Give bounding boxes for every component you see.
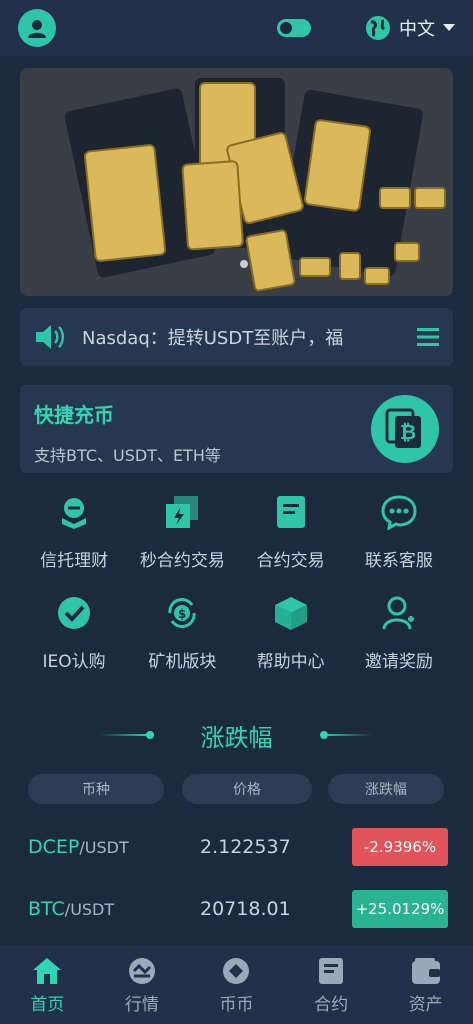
carousel-indicator[interactable]	[240, 260, 248, 268]
carousel-dot[interactable]	[240, 260, 248, 268]
nav-item-assets[interactable]: 资产	[391, 956, 461, 1015]
market-row[interactable]: BTC/USDT 20718.01 +25.0129%	[28, 889, 448, 929]
column-header-change[interactable]: 涨跌幅	[328, 774, 444, 804]
globe-icon	[366, 16, 390, 40]
bitcoin-wallet-icon[interactable]: ₿	[371, 395, 439, 463]
second-contract-icon	[162, 492, 202, 532]
invite-icon	[379, 593, 419, 633]
change-badge[interactable]: +25.0129%	[352, 890, 448, 928]
avatar[interactable]	[18, 9, 56, 47]
language-label: 中文	[399, 19, 435, 40]
nav-item-market[interactable]: 行情	[107, 956, 177, 1015]
grid-label: 合约交易	[256, 551, 325, 571]
coin-price: 20718.01	[200, 898, 291, 920]
grid-label: 信托理财	[40, 551, 109, 571]
nav-label: 资产	[408, 994, 443, 1015]
market-section-header: 涨跌幅	[0, 715, 473, 755]
trust-finance-icon	[54, 492, 94, 532]
nav-item-home[interactable]: 首页	[12, 956, 82, 1015]
coin-pair: BTC/USDT	[28, 898, 200, 920]
user-icon	[28, 20, 46, 38]
theme-toggle[interactable]	[277, 19, 311, 37]
announcement-text: Nasdaq：提转USDT至账户，福	[82, 328, 344, 349]
home-icon	[32, 956, 62, 986]
nav-label: 首页	[30, 994, 65, 1015]
coin-symbol: BTC	[28, 898, 65, 920]
nav-label: 币币	[219, 994, 254, 1015]
help-center-icon	[271, 593, 311, 633]
market-icon	[127, 956, 157, 986]
quote-symbol: /USDT	[64, 900, 115, 919]
nav-label: 合约	[314, 994, 349, 1015]
bottom-navigation: 首页 行情 币币 合约 资产	[0, 946, 473, 1024]
ieo-icon	[54, 593, 94, 633]
divider	[100, 734, 150, 736]
divider	[322, 734, 372, 736]
grid-item-trust-finance[interactable]: 信托理财	[20, 492, 128, 571]
grid-label: 矿机版块	[148, 652, 217, 672]
grid-item-contract[interactable]: 合约交易	[237, 492, 345, 571]
mining-icon: $	[162, 593, 202, 633]
market-row[interactable]: DCEP/USDT 2.122537 -2.9396%	[28, 827, 448, 867]
svg-text:₿: ₿	[400, 420, 416, 444]
contract-icon	[271, 492, 311, 532]
coin-price: 2.122537	[200, 836, 291, 858]
grid-label: 邀请奖励	[364, 652, 433, 672]
language-selector[interactable]: 中文	[365, 15, 455, 41]
grid-item-help-center[interactable]: 帮助中心	[237, 593, 345, 672]
svg-text:$: $	[178, 607, 186, 621]
grid-label: 帮助中心	[256, 652, 325, 672]
grid-item-customer-service[interactable]: 联系客服	[345, 492, 453, 571]
grid-item-ieo[interactable]: IEO认购	[20, 593, 128, 672]
market-title: 涨跌幅	[200, 723, 273, 752]
quick-deposit-card[interactable]: 快捷充币 支持BTC、USDT、ETH等 ₿	[20, 385, 453, 473]
nav-label: 行情	[124, 994, 159, 1015]
grid-label: 联系客服	[364, 551, 433, 571]
grid-label: 秒合约交易	[139, 551, 225, 571]
coin-symbol: DCEP	[28, 836, 80, 858]
grid-item-second-contract[interactable]: 秒合约交易	[128, 492, 236, 571]
change-badge[interactable]: -2.9396%	[352, 828, 448, 866]
spot-trading-icon	[221, 956, 251, 986]
grid-item-invite[interactable]: 邀请奖励	[345, 593, 453, 672]
moon-icon	[280, 22, 292, 34]
top-bar: 中文	[0, 0, 473, 56]
feature-grid: 信托理财 秒合约交易 合约交易 联系客服 IEO认购 $ 矿机版块 帮助中心 邀…	[20, 492, 453, 672]
promo-banner[interactable]	[20, 68, 453, 296]
customer-service-icon	[379, 492, 419, 532]
grid-item-mining[interactable]: $ 矿机版块	[128, 593, 236, 672]
menu-icon[interactable]	[417, 328, 439, 346]
column-header-price[interactable]: 价格	[182, 774, 312, 804]
column-header-coin[interactable]: 币种	[28, 774, 164, 804]
quote-symbol: /USDT	[79, 838, 129, 857]
announcement-bar[interactable]: Nasdaq：提转USDT至账户，福	[20, 308, 453, 366]
speaker-icon	[36, 325, 64, 349]
nav-item-spot[interactable]: 币币	[201, 956, 271, 1015]
gold-bars-image	[20, 68, 453, 296]
wallet-icon	[411, 956, 441, 986]
nav-item-contract[interactable]: 合约	[296, 956, 366, 1015]
divider-dot	[146, 731, 154, 739]
coin-pair: DCEP/USDT	[28, 836, 200, 858]
grid-label: IEO认购	[42, 652, 106, 672]
chevron-down-icon	[443, 24, 455, 31]
contract-icon	[316, 956, 346, 986]
